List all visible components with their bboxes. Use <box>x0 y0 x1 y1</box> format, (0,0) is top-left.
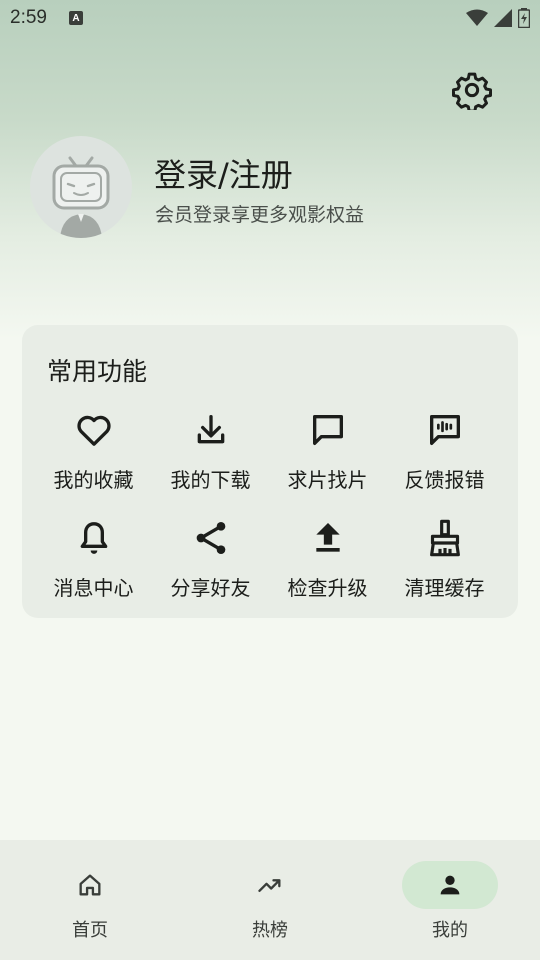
heart-icon <box>74 410 114 450</box>
login-register-link[interactable]: 登录/注册 <box>154 150 293 196</box>
tv-mascot-icon <box>52 156 110 238</box>
function-grid: 我的收藏 我的下载 求片找片 反馈报错 消息中心 分享好友 检查升级 清理缓存 <box>35 410 505 626</box>
nav-trending[interactable]: 热榜 <box>180 840 360 960</box>
feedback-button[interactable]: 反馈报错 <box>386 410 503 518</box>
card-title: 常用功能 <box>47 357 148 386</box>
person-icon <box>436 871 464 899</box>
wifi-icon <box>466 9 488 26</box>
feedback-icon <box>425 410 465 450</box>
downloads-button[interactable]: 我的下载 <box>152 410 269 518</box>
favorites-button[interactable]: 我的收藏 <box>35 410 152 518</box>
broom-icon <box>425 518 465 558</box>
download-icon <box>191 410 231 450</box>
item-label: 求片找片 <box>287 468 368 492</box>
common-functions-card: 常用功能 我的收藏 我的下载 求片找片 反馈报错 消息中心 分享好友 检查升级 … <box>22 325 518 618</box>
upload-icon <box>308 518 348 558</box>
nav-mine[interactable]: 我的 <box>360 840 540 960</box>
share-icon <box>191 518 231 558</box>
status-time: 2:59 <box>10 7 47 28</box>
request-movie-button[interactable]: 求片找片 <box>269 410 386 518</box>
item-label: 检查升级 <box>287 576 368 600</box>
nav-home[interactable]: 首页 <box>0 840 180 960</box>
settings-button[interactable] <box>448 66 496 114</box>
avatar[interactable] <box>30 136 132 238</box>
signal-icon <box>494 9 512 27</box>
status-bar: 2:59 A <box>0 0 540 36</box>
item-label: 分享好友 <box>170 576 251 600</box>
a-icon: A <box>68 11 83 25</box>
bell-icon <box>74 518 114 558</box>
battery-icon <box>518 8 530 28</box>
nav-label: 首页 <box>72 920 108 941</box>
gear-icon <box>452 72 492 110</box>
bottom-navigation: 首页 热榜 我的 <box>0 840 540 960</box>
message-icon <box>308 410 348 450</box>
trending-icon <box>256 871 284 899</box>
message-center-button[interactable]: 消息中心 <box>35 518 152 626</box>
item-label: 我的收藏 <box>53 468 134 492</box>
home-icon <box>76 871 104 899</box>
status-icons <box>466 8 530 28</box>
check-update-button[interactable]: 检查升级 <box>269 518 386 626</box>
share-button[interactable]: 分享好友 <box>152 518 269 626</box>
item-label: 消息中心 <box>53 576 134 600</box>
clear-cache-button[interactable]: 清理缓存 <box>386 518 503 626</box>
login-subtitle: 会员登录享更多观影权益 <box>155 204 365 226</box>
nav-label: 热榜 <box>252 920 288 941</box>
item-label: 清理缓存 <box>404 576 485 600</box>
item-label: 我的下载 <box>170 468 251 492</box>
item-label: 反馈报错 <box>404 468 485 492</box>
nav-label: 我的 <box>432 920 468 941</box>
